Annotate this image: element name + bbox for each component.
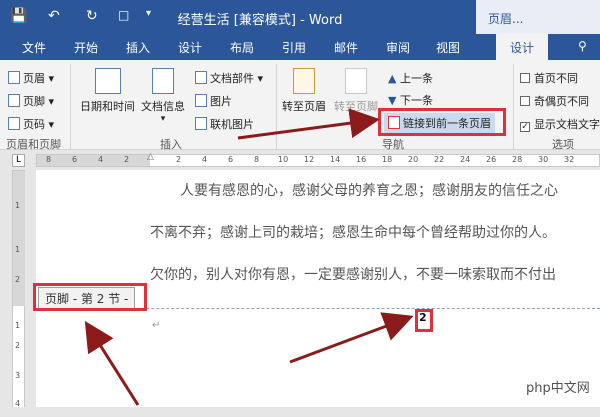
annotation-arrows bbox=[84, 108, 414, 406]
watermark-logo: php中文网 bbox=[518, 372, 600, 398]
bottom-gap bbox=[0, 407, 600, 417]
watermark-text: php中文网 bbox=[526, 381, 590, 396]
arrow-to-footer-label bbox=[84, 320, 140, 406]
arrow-to-page-number bbox=[289, 312, 414, 364]
arrow-to-link-previous bbox=[237, 108, 380, 140]
